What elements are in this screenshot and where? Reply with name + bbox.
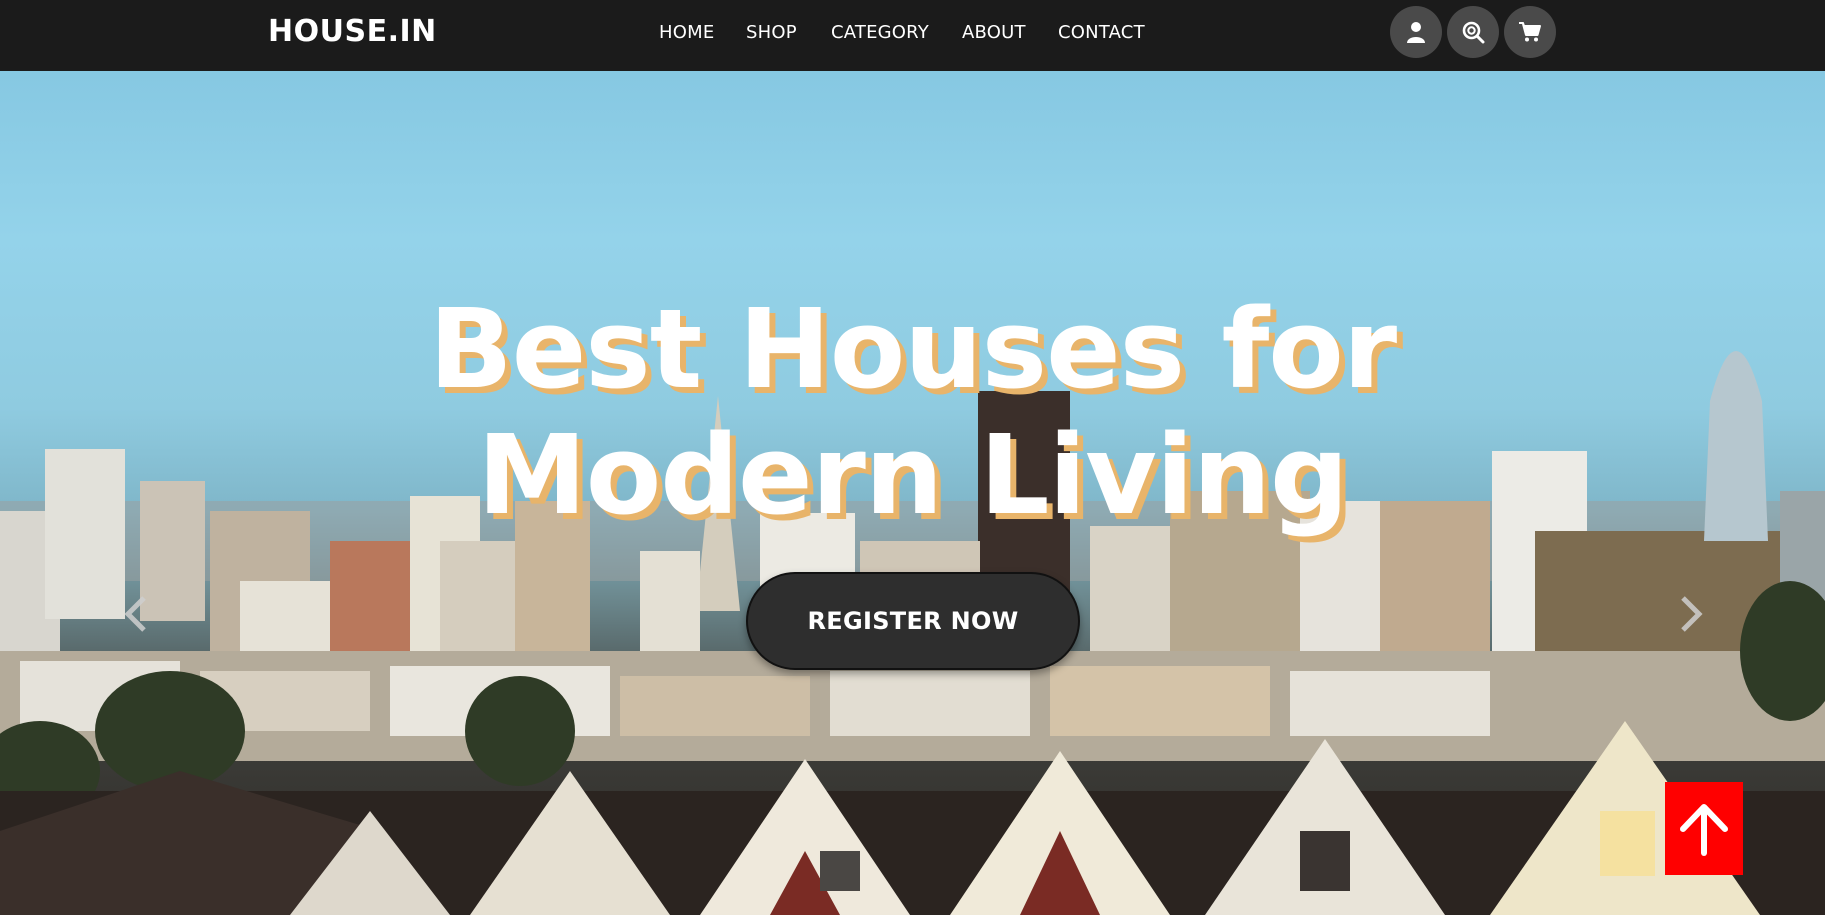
search-icon [1462, 21, 1485, 44]
cart-icon [1519, 22, 1541, 42]
hero-title: Best Houses for Modern Living [428, 285, 1397, 539]
hero-carousel: Best Houses for Modern Living REGISTER N… [0, 71, 1825, 915]
carousel-next-button[interactable] [1672, 589, 1712, 639]
navbar: HOUSE.IN HOME SHOP CATEGORY ABOUT CONTAC… [0, 0, 1825, 71]
nav-link-shop[interactable]: SHOP [746, 22, 797, 43]
search-button[interactable] [1447, 6, 1499, 58]
chevron-right-icon [1681, 596, 1703, 632]
back-to-top-button[interactable] [1665, 782, 1743, 875]
arrow-up-icon [1680, 803, 1728, 856]
nav-link-home[interactable]: HOME [659, 22, 714, 43]
chevron-left-icon [124, 596, 146, 632]
nav-link-about[interactable]: ABOUT [962, 22, 1026, 43]
user-button[interactable] [1390, 6, 1442, 58]
user-icon [1407, 22, 1425, 43]
register-now-button[interactable]: REGISTER NOW [746, 572, 1080, 670]
nav-link-category[interactable]: CATEGORY [831, 22, 929, 43]
nav-link-contact[interactable]: CONTACT [1058, 22, 1145, 43]
cart-button[interactable] [1504, 6, 1556, 58]
carousel-prev-button[interactable] [115, 589, 155, 639]
